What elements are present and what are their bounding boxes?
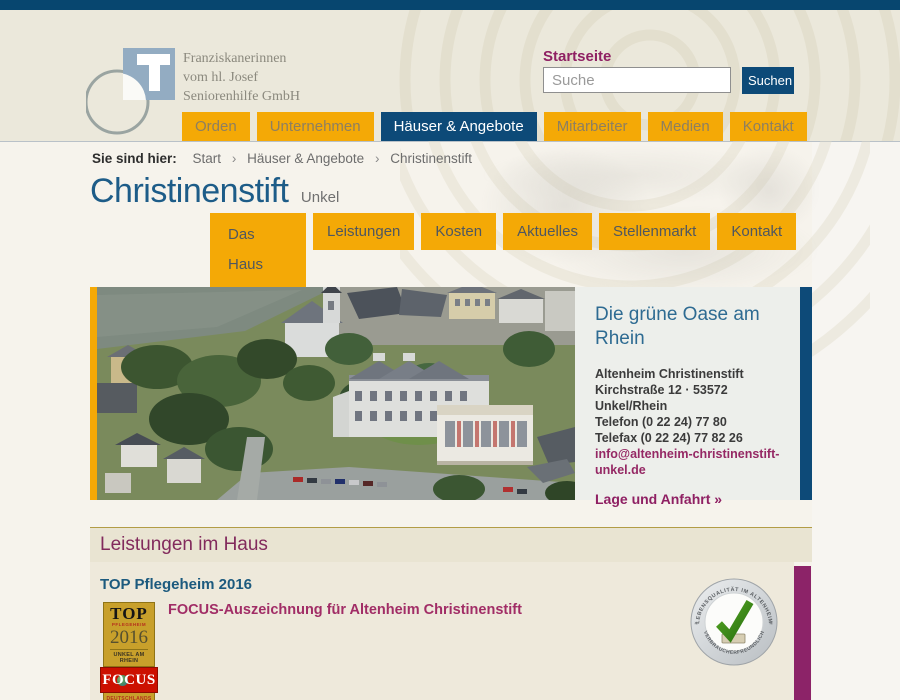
logo-mark-icon [86,40,186,140]
seal-separator-right: ✳ [769,621,773,627]
page: Franziskanerinnen vom hl. Josef Senioren… [0,0,900,700]
breadcrumb-haeuser-angebote[interactable]: Häuser & Angebote [247,151,364,166]
breadcrumb-start[interactable]: Start [193,151,222,166]
badge-top-label: TOP [104,606,154,622]
logo-line-2: vom hl. Josef [183,68,300,87]
hero-orange-stripe [90,287,97,500]
top-pflegeheim-badge: TOP PFLEGEHEIM 2016 UNKEL AM RHEIN FOCUS… [103,602,155,700]
subnav-kontakt[interactable]: Kontakt [717,213,796,250]
badge-gold-top: TOP PFLEGEHEIM 2016 UNKEL AM RHEIN [103,602,155,667]
subnav-aktuelles[interactable]: Aktuelles [503,213,592,250]
subnav-kosten[interactable]: Kosten [421,213,496,250]
nav-item-kontakt[interactable]: Kontakt [730,112,807,141]
badge-divider [110,649,148,650]
logo-text: Franziskanerinnen vom hl. Josef Senioren… [183,49,300,106]
quality-seal-icon: LEBENSQUALITÄT IM ALTENHEIM VERBRAUCHERF… [690,578,778,666]
nav-item-medien[interactable]: Medien [648,112,723,141]
badge-year: 2016 [104,628,154,647]
breadcrumb-prefix: Sie sind hier: [92,151,177,166]
badge-tagline: DEUTSCHLANDS GRÖSSTER PFLEGEHEIM VERGLEI… [103,693,155,700]
hero-heading: Die grüne Oase am Rhein [595,303,786,351]
purple-accent-bar [794,566,811,700]
page-title: Christinenstift Unkel [90,172,339,211]
subnav-das-haus[interactable]: Das Haus [210,213,306,287]
lage-anfahrt-link[interactable]: Lage und Anfahrt » [595,491,786,507]
nav-item-mitarbeiter[interactable]: Mitarbeiter [544,112,641,141]
search-button[interactable]: Suchen [742,67,794,94]
focus-brand: FOCUS [101,673,157,688]
logo-line-1: Franziskanerinnen [183,49,300,68]
title-text: Christinenstift [90,172,288,210]
main-nav: Orden Unternehmen Häuser & Angebote Mita… [182,112,807,141]
header: Franziskanerinnen vom hl. Josef Senioren… [0,10,900,142]
email-link[interactable]: info@altenheim-christinenstift-unkel.de [595,446,785,478]
badge-location: UNKEL AM RHEIN [112,652,146,664]
address-block: Altenheim Christinenstift Kirchstraße 12… [595,366,786,446]
top-bar [0,0,900,10]
nav-item-orden[interactable]: Orden [182,112,250,141]
address-line: Unkel/Rhein [595,398,786,414]
focus-logo: FOCUS [100,667,158,693]
breadcrumb-current: Christinenstift [390,151,472,166]
address-line: Altenheim Christinenstift [595,366,786,382]
address-line: Telefon (0 22 24) 77 80 [595,414,786,430]
hero-blue-bar [800,287,812,500]
logo-line-3: Seniorenhilfe GmbH [183,87,300,106]
title-subtitle: Unkel [301,189,339,206]
nav-item-unternehmen[interactable]: Unternehmen [257,112,374,141]
section-band: Leistungen im Haus [90,527,812,562]
hero-image [97,287,575,500]
address-line: Kirchstraße 12 · 53572 [595,382,786,398]
startseite-link[interactable]: Startseite [543,48,611,65]
seal-separator-left: ✳ [694,621,698,627]
search-input[interactable] [543,67,731,93]
breadcrumb-separator: › [232,151,237,166]
hero: Die grüne Oase am Rhein Altenheim Christ… [90,287,812,500]
right-margin [812,141,900,700]
sub-nav: Das Haus Leistungen Kosten Aktuelles Ste… [210,213,796,287]
subnav-leistungen[interactable]: Leistungen [313,213,414,250]
hero-info-box: Die grüne Oase am Rhein Altenheim Christ… [575,287,800,500]
address-line: Telefax (0 22 24) 77 82 26 [595,430,786,446]
subnav-stellenmarkt[interactable]: Stellenmarkt [599,213,710,250]
breadcrumb: Sie sind hier: Start › Häuser & Angebote… [92,151,472,166]
breadcrumb-separator: › [375,151,380,166]
focus-article-link[interactable]: FOCUS-Auszeichnung für Altenheim Christi… [168,602,522,618]
section-heading: Leistungen im Haus [90,528,812,562]
article-title: TOP Pflegeheim 2016 [100,576,252,593]
nav-item-haeuser-angebote[interactable]: Häuser & Angebote [381,112,537,141]
